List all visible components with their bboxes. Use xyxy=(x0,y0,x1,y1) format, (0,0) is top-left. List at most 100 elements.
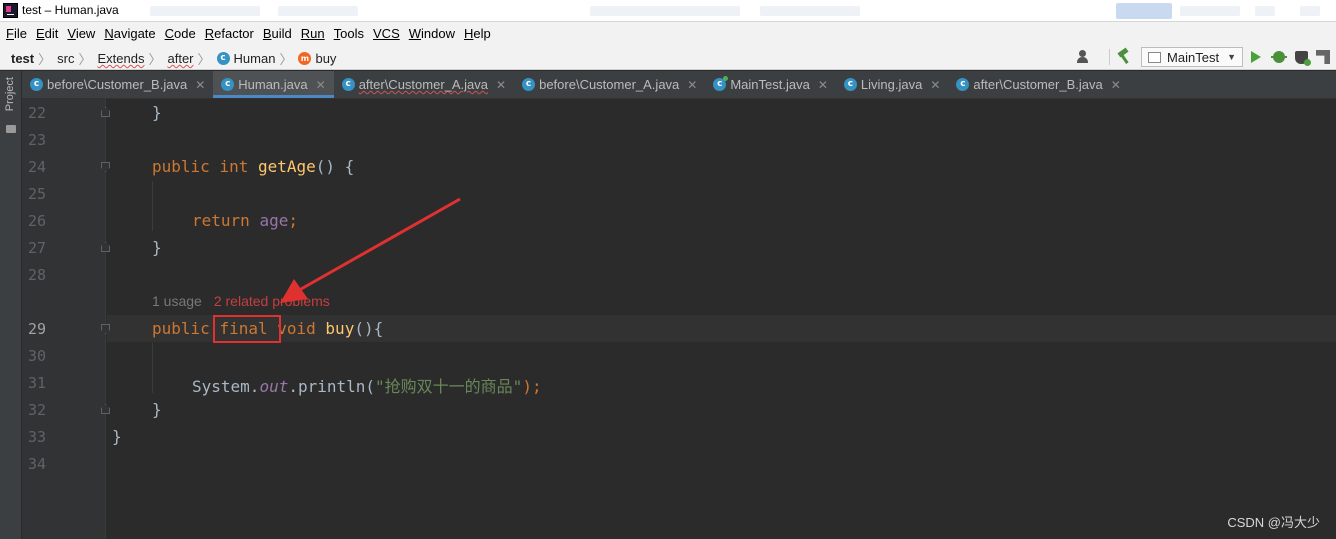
menu-code[interactable]: Code xyxy=(165,26,196,41)
code-token-method: buy xyxy=(325,319,355,338)
project-tool-window-button[interactable]: Project xyxy=(4,77,16,111)
line-number: 31 xyxy=(27,374,46,392)
code-editor[interactable]: 22 23 24 25 26 27 28 29 30 31 32 33 34 }… xyxy=(22,99,1336,539)
breadcrumb-package-extends[interactable]: Extends xyxy=(98,51,145,66)
code-token-keyword: public xyxy=(152,157,210,176)
editor-tab-label: after\Customer_B.java xyxy=(973,77,1103,92)
breadcrumb-class[interactable]: c Human xyxy=(216,51,276,66)
menu-mnemonic: B xyxy=(262,25,272,41)
blurred-background-title xyxy=(760,6,860,16)
editor-tab-label: Living.java xyxy=(860,77,923,92)
menu-vcs[interactable]: VCS xyxy=(373,26,400,41)
fold-end-icon[interactable] xyxy=(101,107,110,117)
menu-run[interactable]: Run xyxy=(301,26,325,41)
line-number: 23 xyxy=(27,131,46,149)
breadcrumb-package-after[interactable]: after xyxy=(168,51,194,66)
code-token: System. xyxy=(192,377,260,396)
code-line-31: System.out.println("抢购双十一的商品"); xyxy=(192,373,542,397)
user-icon[interactable] xyxy=(1076,49,1096,65)
breadcrumb-class-label: Human xyxy=(233,51,276,66)
editor-tab[interactable]: c after\Customer_A.java ✕ xyxy=(334,71,514,98)
code-token-keyword: public xyxy=(152,319,210,338)
class-icon: c xyxy=(221,78,235,91)
run-play-icon[interactable] xyxy=(1251,51,1261,63)
blurred-background-title xyxy=(590,6,740,16)
window-titlebar: test – Human.java xyxy=(0,0,1336,22)
fold-end-icon[interactable] xyxy=(101,242,110,252)
window-title: test – Human.java xyxy=(22,3,119,17)
breadcrumb: test 〉 src 〉 Extends 〉 after 〉 c Human 〉 … xyxy=(11,49,336,68)
code-token-keyword: return xyxy=(192,211,250,230)
code-token: ); xyxy=(522,377,542,396)
close-icon[interactable]: ✕ xyxy=(496,78,506,92)
menu-help[interactable]: Help xyxy=(464,26,491,41)
menu-label: avigate xyxy=(113,25,156,41)
code-line-24: public int getAge() { xyxy=(152,157,354,176)
breadcrumb-src[interactable]: src xyxy=(57,51,74,66)
code-token-static-field: out xyxy=(259,377,289,396)
code-token-method: getAge xyxy=(257,157,316,176)
breadcrumb-method[interactable]: m buy xyxy=(298,51,336,66)
watermark: CSDN @冯大少 xyxy=(1227,515,1320,530)
chevron-right-icon: 〉 xyxy=(148,52,162,67)
menu-label: dit xyxy=(44,25,59,41)
indent-guide xyxy=(152,343,153,393)
menu-mnemonic: E xyxy=(35,25,45,41)
editor-tab[interactable]: c MainTest.java ✕ xyxy=(705,71,836,98)
menu-navigate[interactable]: Navigate xyxy=(104,26,155,41)
debug-bug-icon[interactable] xyxy=(1271,51,1287,63)
menu-mnemonic: F xyxy=(6,25,14,41)
line-number-current: 29 xyxy=(27,320,46,338)
menu-label: elp xyxy=(473,25,491,41)
run-configuration-select[interactable]: MainTest ▼ xyxy=(1141,47,1243,67)
code-token: } xyxy=(152,400,162,419)
editor-tab[interactable]: c before\Customer_A.java ✕ xyxy=(514,71,705,98)
close-icon[interactable]: ✕ xyxy=(195,78,205,92)
menu-label: efactor xyxy=(214,25,254,41)
toolbar-divider xyxy=(1109,49,1111,65)
menu-build[interactable]: Build xyxy=(263,26,292,41)
blurred-background-title xyxy=(1180,6,1240,16)
annotation-arrow-shaft xyxy=(293,197,461,295)
chevron-right-icon: 〉 xyxy=(279,52,293,67)
close-icon[interactable]: ✕ xyxy=(316,78,326,92)
code-token: (){ xyxy=(354,319,384,338)
menu-mnemonic: C xyxy=(164,25,175,41)
line-number: 26 xyxy=(27,212,46,230)
blurred-background-button xyxy=(1116,3,1172,19)
breadcrumb-project[interactable]: test xyxy=(11,51,34,66)
tool-window-strip: Project xyxy=(0,71,22,539)
navigation-bar: test 〉 src 〉 Extends 〉 after 〉 c Human 〉 … xyxy=(0,44,1336,70)
class-icon: c xyxy=(216,52,230,65)
menu-file[interactable]: File xyxy=(6,26,27,41)
close-icon[interactable]: ✕ xyxy=(687,78,697,92)
close-icon[interactable]: ✕ xyxy=(1111,78,1121,92)
fold-start-icon[interactable] xyxy=(101,162,110,172)
menu-label: Run xyxy=(300,25,325,41)
line-number: 24 xyxy=(27,158,46,176)
more-actions-icon[interactable] xyxy=(1316,50,1330,64)
menu-refactor[interactable]: Refactor xyxy=(205,26,254,41)
close-icon[interactable]: ✕ xyxy=(930,78,940,92)
code-token-keyword: void xyxy=(277,319,316,338)
run-with-coverage-icon[interactable] xyxy=(1295,50,1311,66)
build-hammer-icon[interactable] xyxy=(1115,49,1133,65)
usage-count-hint[interactable]: 1 usage xyxy=(152,293,202,309)
line-number: 33 xyxy=(27,428,46,446)
menu-mnemonic: V xyxy=(67,25,76,41)
menu-label: ools xyxy=(340,25,365,41)
editor-tab[interactable]: c Living.java ✕ xyxy=(836,71,949,98)
class-icon: c xyxy=(956,78,970,91)
menu-edit[interactable]: Edit xyxy=(36,26,58,41)
editor-tab[interactable]: c after\Customer_B.java ✕ xyxy=(948,71,1128,98)
menu-window[interactable]: Window xyxy=(409,26,455,41)
run-configuration-label: MainTest xyxy=(1167,49,1220,65)
menu-tools[interactable]: Tools xyxy=(334,26,364,41)
menu-mnemonic: W xyxy=(408,25,422,41)
close-icon[interactable]: ✕ xyxy=(818,78,828,92)
fold-end-icon[interactable] xyxy=(101,404,110,414)
menu-view[interactable]: View xyxy=(67,26,95,41)
editor-tab[interactable]: c before\Customer_B.java ✕ xyxy=(22,71,213,98)
editor-tab[interactable]: c Human.java ✕ xyxy=(213,71,335,98)
annotation-arrow-head xyxy=(280,279,308,303)
